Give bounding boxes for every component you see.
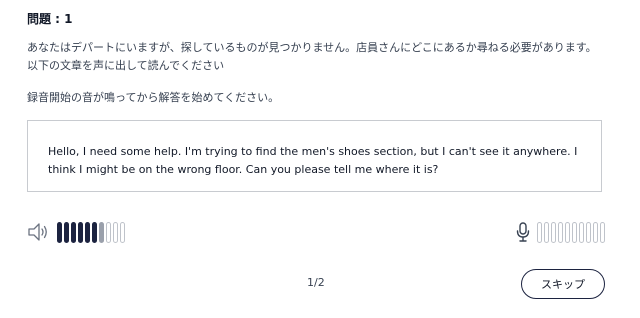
level-bar — [99, 221, 104, 243]
level-bar — [106, 221, 111, 243]
question-label: 問題 : 1 — [27, 12, 73, 26]
level-bar — [586, 221, 591, 243]
playback-meter — [27, 220, 127, 244]
passage-box: Hello, I need some help. I'm trying to f… — [27, 120, 602, 192]
level-bar — [64, 221, 69, 243]
level-bar — [600, 221, 605, 243]
level-bar — [92, 221, 97, 243]
recording-meter — [515, 220, 607, 244]
level-bar — [113, 221, 118, 243]
microphone-icon — [515, 221, 531, 243]
level-bar — [85, 221, 90, 243]
skip-button[interactable]: スキップ — [521, 269, 605, 299]
level-bar — [593, 221, 598, 243]
recording-level-bars — [537, 221, 607, 243]
level-bar — [558, 221, 563, 243]
level-bar — [565, 221, 570, 243]
level-bar — [572, 221, 577, 243]
level-bar — [551, 221, 556, 243]
passage-text: Hello, I need some help. I'm trying to f… — [48, 145, 578, 176]
level-bar — [579, 221, 584, 243]
page-indicator: 1/2 — [307, 276, 325, 289]
level-bar — [537, 221, 542, 243]
level-bar — [78, 221, 83, 243]
recording-instruction-text: 録音開始の音が鳴ってから解答を始めてください。 — [27, 91, 280, 104]
level-bar — [71, 221, 76, 243]
level-bar — [57, 221, 62, 243]
playback-level-bars — [57, 221, 127, 243]
speaker-icon[interactable] — [27, 221, 51, 243]
level-bar — [120, 221, 125, 243]
level-bar — [544, 221, 549, 243]
instruction-text: あなたはデパートにいますが、探しているものが見つかりません。店員さんにどこにある… — [27, 41, 597, 72]
